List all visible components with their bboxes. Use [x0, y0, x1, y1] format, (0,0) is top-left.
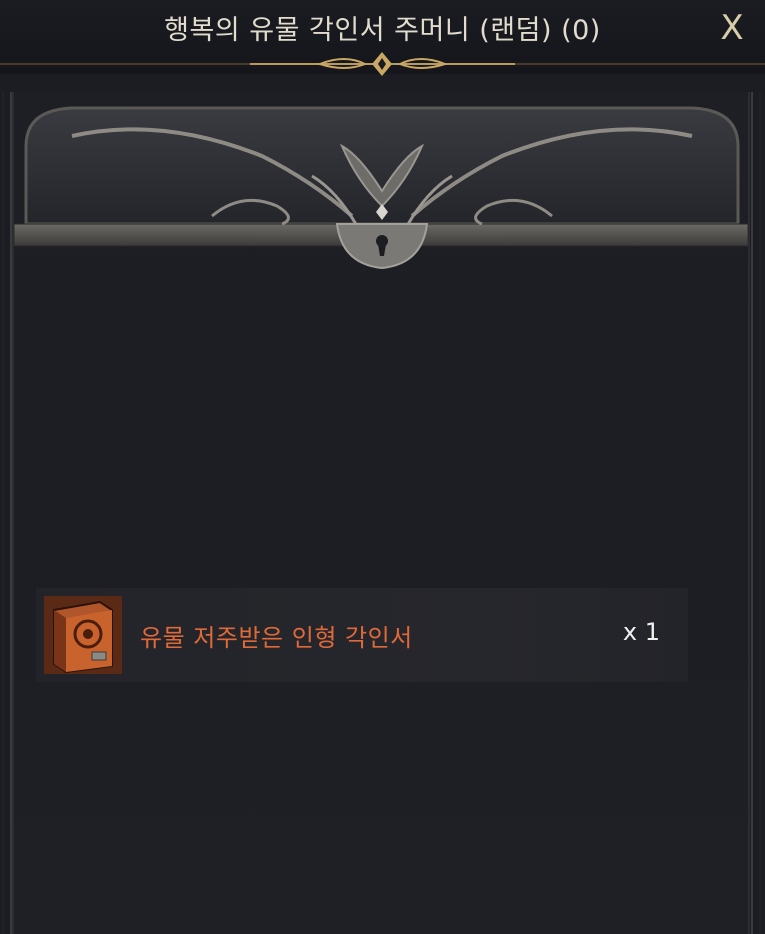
list-item[interactable]: 유물 저주받은 인형 각인서 x 1: [36, 588, 688, 682]
title-divider-ornament: [0, 52, 765, 76]
window-title: 행복의 유물 각인서 주머니 (랜덤) (0): [164, 15, 601, 46]
item-name: 유물 저주받은 인형 각인서: [140, 624, 413, 652]
engraving-book-icon: [44, 596, 122, 674]
panel-header-ornament: [13, 106, 749, 270]
close-button[interactable]: X: [715, 8, 749, 48]
item-quantity: x 1: [622, 618, 660, 646]
engraving-pouch-window: 행복의 유물 각인서 주머니 (랜덤) (0) X 유물 저주받은 인형 각인서…: [0, 0, 765, 934]
